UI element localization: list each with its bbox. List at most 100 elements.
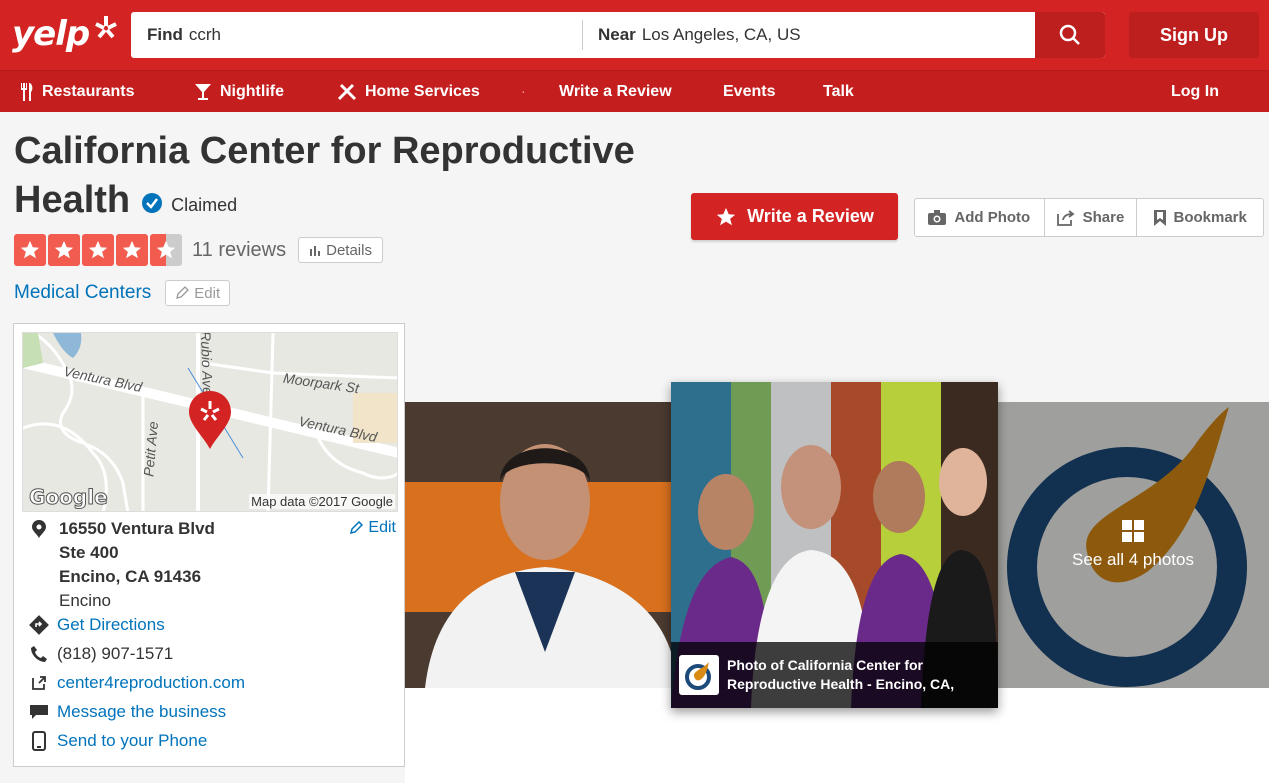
nav-talk[interactable]: Talk (823, 71, 854, 113)
nav-label: Write a Review (559, 83, 672, 100)
yelp-burst-icon (95, 16, 118, 39)
nav-label: Nightlife (220, 83, 284, 100)
star-icon (14, 234, 46, 266)
edit-label: Edit (368, 519, 396, 536)
add-photo-label: Add Photo (954, 209, 1031, 226)
half-star-icon (150, 234, 182, 266)
nav-restaurants[interactable]: Restaurants (20, 71, 134, 113)
message-icon (30, 705, 48, 719)
find-value: ccrh (188, 25, 222, 44)
search-button[interactable] (1035, 12, 1105, 58)
doctor-portrait (405, 402, 671, 688)
message-row[interactable]: Message the business (28, 700, 226, 724)
send-phone-row[interactable]: Send to your Phone (28, 729, 207, 753)
search-icon (1059, 24, 1080, 45)
details-label: Details (326, 241, 372, 259)
location-box: Ventura Blvd Moorpark St Ventura Blvd Pe… (13, 323, 405, 767)
neighborhood: Encino (59, 591, 111, 610)
near-value: Los Angeles, CA, US (641, 25, 801, 44)
map-street-label: Rubio Ave (197, 332, 217, 396)
bookmark-icon (1153, 209, 1166, 226)
nav-nightlife[interactable]: Nightlife (194, 71, 284, 113)
edit-label: Edit (194, 284, 221, 302)
share-label: Share (1082, 209, 1125, 226)
google-logo: Google (29, 485, 109, 510)
fork-knife-icon (21, 83, 33, 101)
nav-home-services[interactable]: Home Services (337, 71, 480, 113)
star-icon (716, 207, 736, 225)
star-icon (82, 234, 114, 266)
get-directions-link: Get Directions (57, 615, 165, 634)
add-photo-button[interactable]: Add Photo (915, 199, 1045, 236)
star-rating (14, 234, 182, 266)
photo-logo[interactable]: See all 4 photos (997, 402, 1269, 688)
yelp-logo[interactable]: yelp (12, 10, 121, 58)
action-buttons: Add Photo Share Bookmark (914, 198, 1264, 237)
find-label: Find (147, 25, 183, 44)
photo-doctor[interactable] (405, 402, 671, 688)
nav-bar: Restaurants Nightlife Home Services · Wr… (0, 70, 1269, 112)
verified-check-icon (142, 193, 163, 213)
map[interactable]: Ventura Blvd Moorpark St Ventura Blvd Pe… (22, 332, 398, 512)
bookmark-button[interactable]: Bookmark (1137, 199, 1263, 236)
pencil-icon (350, 521, 364, 535)
grid-icon (1122, 520, 1144, 542)
log-in-label: Log In (1171, 83, 1219, 100)
phone-icon (31, 646, 47, 662)
photo-team[interactable]: Photo of California Center for Reproduct… (671, 382, 998, 708)
send-to-phone-link: Send to your Phone (57, 731, 208, 750)
website-row[interactable]: center4reproduction.com (28, 671, 245, 695)
bookmark-label: Bookmark (1173, 209, 1247, 226)
nav-label: Restaurants (42, 83, 135, 100)
map-attribution: Map data ©2017 Google (249, 494, 395, 509)
address-line1: 16550 Ventura Blvd (59, 519, 215, 538)
pencil-icon (176, 286, 190, 299)
website-link: center4reproduction.com (57, 673, 246, 692)
get-directions-row[interactable]: Get Directions (28, 613, 165, 637)
sign-up-button[interactable]: Sign Up (1129, 12, 1259, 58)
nav-write-review[interactable]: Write a Review (559, 71, 672, 113)
star-icon (48, 234, 80, 266)
address-line3: Encino, CA 91436 (59, 567, 202, 586)
claimed-label: Claimed (171, 194, 238, 215)
review-count[interactable]: 11 reviews (192, 239, 286, 262)
photo-caption: Photo of California Center for Reproduct… (671, 642, 998, 708)
top-bar: yelp Find ccrh Near Los Angeles, CA, US … (0, 0, 1269, 70)
logo-text: yelp (12, 14, 90, 54)
business-title: California Center for Reproductive (14, 130, 635, 172)
caption-logo-icon (679, 655, 719, 695)
details-button[interactable]: Details (298, 237, 383, 263)
nav-label: Home Services (365, 83, 480, 100)
business-title-line2: Health (14, 178, 131, 221)
rating-row: 11 reviews Details (14, 234, 383, 266)
edit-address-link[interactable]: Edit (349, 519, 396, 537)
find-input[interactable]: Find ccrh (131, 20, 583, 50)
search-bar: Find ccrh Near Los Angeles, CA, US (131, 12, 1105, 58)
address-line2: Ste 400 (59, 543, 119, 562)
write-review-button[interactable]: Write a Review (691, 193, 898, 240)
address-block: 16550 Ventura Blvd Ste 400 Encino, CA 91… (28, 517, 398, 613)
cocktail-icon (195, 84, 211, 100)
phone-number: (818) 907-1571 (57, 644, 174, 663)
share-icon (1056, 209, 1075, 226)
log-in-link[interactable]: Log In (1171, 71, 1219, 113)
location-pin-icon (32, 520, 46, 538)
category-row: Medical Centers Edit (14, 279, 231, 307)
nav-label: Talk (823, 83, 854, 100)
nav-label: Events (723, 83, 776, 100)
map-pin-icon[interactable] (189, 391, 231, 449)
share-button[interactable]: Share (1045, 199, 1138, 236)
see-all-label: See all 4 photos (1072, 550, 1194, 569)
caption-text: Photo of California Center for Reproduct… (727, 657, 955, 692)
bar-chart-icon (310, 246, 321, 256)
category-link[interactable]: Medical Centers (14, 282, 151, 304)
near-input[interactable]: Near Los Angeles, CA, US (583, 12, 1035, 58)
camera-icon (928, 210, 947, 225)
see-all-photos-button[interactable]: See all 4 photos (997, 402, 1269, 688)
phone-row: (818) 907-1571 (28, 642, 173, 666)
edit-category-button[interactable]: Edit (165, 280, 231, 306)
near-label: Near (598, 25, 636, 44)
nav-events[interactable]: Events (723, 71, 775, 113)
directions-icon (29, 615, 49, 635)
write-review-label: Write a Review (747, 206, 874, 226)
